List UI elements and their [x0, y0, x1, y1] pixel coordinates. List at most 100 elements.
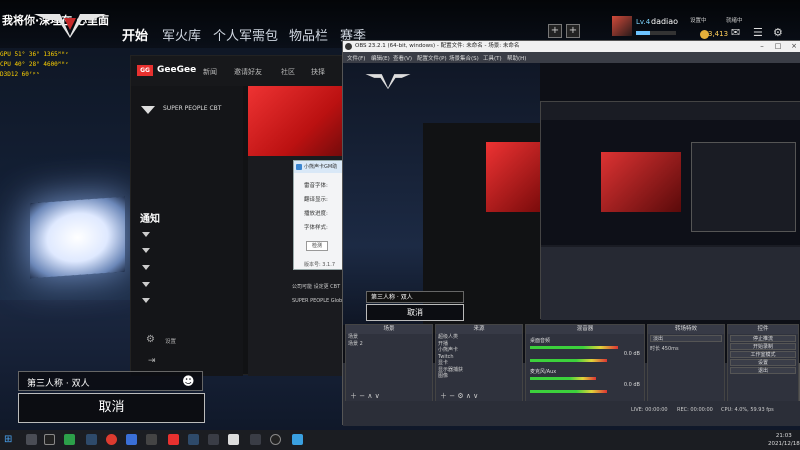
game-nav-start[interactable]: 开始 [122, 25, 148, 44]
duration-input[interactable]: 450ms [662, 346, 679, 352]
controls-dock: 控件 停止推流 开始录制 工作室模式 设置 退出 [727, 324, 799, 404]
close-icon[interactable]: × [787, 41, 800, 52]
tab-news[interactable]: 新闻 [203, 67, 217, 77]
app-icon[interactable] [292, 434, 303, 445]
scene-item[interactable]: 场景 2 [346, 341, 432, 348]
gear-icon[interactable]: ⚙ [773, 26, 783, 39]
app-icon[interactable] [44, 434, 55, 445]
preview-cancel-button: 取消 [366, 304, 464, 321]
settings-button[interactable]: 设置 [730, 359, 796, 366]
taskbar-clock: 21:03 2021/12/18 [768, 432, 800, 448]
notice-icon [142, 298, 150, 303]
player-level: Lv.4 [636, 18, 651, 26]
add-icon[interactable]: ＋ − ⚙ ∧ ∨ [440, 391, 478, 401]
app-icon[interactable] [208, 434, 219, 445]
detect-button[interactable]: 检测 [306, 241, 328, 251]
minimize-icon[interactable]: – [755, 41, 769, 52]
perf-d3d: D3D12 60ᶠᵖˢ [0, 71, 40, 78]
nested-obs-preview [540, 101, 800, 320]
game-nav-arsenal[interactable]: 军火库 [162, 25, 201, 44]
nested-banner [601, 152, 681, 212]
game-mode-selector[interactable]: 第三人称 · 双人 ☻ [18, 371, 203, 391]
app-icon[interactable] [146, 434, 157, 445]
windows-start-icon[interactable]: ⊞ [4, 434, 12, 445]
start-recording-button[interactable]: 开始录制 [730, 343, 796, 350]
sidebar-item-super-people[interactable]: SUPER PEOPLE CBT [163, 105, 221, 112]
rec-time: REC: 00:00:00 [677, 407, 713, 413]
chrome-icon[interactable] [106, 434, 117, 445]
add-friend-button[interactable]: + [548, 24, 562, 38]
duration-label: 时长 [650, 346, 661, 352]
exit-icon[interactable]: ⇥ [148, 356, 156, 366]
stop-streaming-button[interactable]: 停止推流 [730, 335, 796, 342]
notice-icon [142, 265, 150, 270]
game-nav-supply-pack[interactable]: 个人军需包 [213, 25, 278, 44]
perf-gpu: GPU 51° 36° 1365ᴹᴴᶻ [0, 51, 69, 58]
menu-icon[interactable]: ☰ [753, 26, 763, 39]
game-icon[interactable] [228, 434, 239, 445]
transition-select[interactable]: 淡出 [650, 335, 722, 342]
notice-item[interactable]: SUPER PEOPLE Glob [292, 298, 342, 304]
mixer-channel-name: 麦克风/Aux [530, 369, 557, 375]
mixer-db: 0.0 dB [623, 382, 640, 388]
maximize-icon[interactable]: □ [771, 41, 785, 52]
perf-cpu: CPU 40° 28° 4600ᴹᴴᶻ [0, 61, 69, 68]
tab-choice[interactable]: 抉择 [311, 67, 325, 77]
menu-profile[interactable]: 配置文件(P) [417, 54, 447, 62]
clock-date: 2021/12/18 [768, 441, 800, 447]
menu-help[interactable]: 帮助(H) [507, 54, 526, 62]
tab-community[interactable]: 社区 [281, 67, 295, 77]
dialog-label: 雷音字体: [304, 183, 328, 189]
menu-view[interactable]: 查看(V) [393, 54, 412, 62]
obs-icon[interactable] [270, 434, 281, 445]
desktop-screen: 我将你·深埋在 心里面 开始 军火库 个人军需包 物品栏 赛季 GPU 51° … [0, 0, 800, 450]
game-mode-label: 第三人称 · 双人 [27, 379, 90, 389]
party-icon: ☻ [182, 374, 195, 388]
studio-mode-button[interactable]: 工作室模式 [730, 351, 796, 358]
app-icon[interactable] [250, 434, 261, 445]
tab-invite-friends[interactable]: 邀请好友 [234, 67, 262, 77]
cpu-fps: CPU: 4.0%, 59.93 fps [721, 407, 774, 413]
sources-title: 来源 [436, 325, 522, 334]
wechat-icon[interactable] [64, 434, 75, 445]
exit-button[interactable]: 退出 [730, 367, 796, 374]
volume-slider[interactable] [530, 390, 607, 393]
geegee-icon[interactable] [168, 434, 179, 445]
notice-item[interactable]: 公司可能 设定更 CBT [292, 283, 340, 290]
gear-icon[interactable]: ⚙ [146, 334, 155, 345]
steam-icon[interactable] [188, 434, 199, 445]
mail-icon[interactable]: ✉ [731, 26, 740, 39]
search-icon[interactable] [26, 434, 37, 445]
menu-file[interactable]: 文件(F) [347, 54, 365, 62]
player-name: dadiao [651, 17, 679, 26]
geegee-logo-icon: GG [137, 65, 153, 76]
steam-icon[interactable] [86, 434, 97, 445]
add-icon[interactable]: ＋ − ∧ ∨ [350, 391, 380, 401]
ready-status: 就绪中 [726, 18, 743, 24]
xp-progress-bar [636, 31, 676, 35]
avatar[interactable] [612, 16, 632, 36]
mixer-channel-name: 桌面音频 [530, 338, 551, 344]
game-nav-inventory[interactable]: 物品栏 [289, 25, 328, 44]
menu-edit[interactable]: 编辑(E) [371, 54, 390, 62]
geegee-sidebar [131, 86, 243, 376]
source-item[interactable]: 图像 [436, 373, 522, 380]
geegee-banner [248, 86, 351, 156]
obs-logo-icon [345, 43, 352, 50]
performance-overlay: GPU 51° 36° 1365ᴹᴴᶻ CPU 40° 28° 4600ᴹᴴᶻ … [0, 50, 69, 80]
scenes-title: 场景 [346, 325, 432, 334]
transitions-dock: 转场特效 淡出 时长 450ms [647, 324, 725, 404]
app-icon[interactable] [126, 434, 137, 445]
setting-status: 设置中 [690, 18, 707, 24]
cancel-matchmaking-button[interactable]: 取消 [18, 393, 205, 423]
dialog-label: 翻译显示: [304, 197, 328, 203]
game-scene-window-light [30, 196, 125, 279]
volume-slider[interactable] [530, 359, 607, 362]
audio-meter [530, 346, 618, 349]
add-party-button[interactable]: + [566, 24, 580, 38]
menu-scene-collection[interactable]: 场景集合(S) [449, 54, 479, 62]
obs-preview[interactable]: 第三人称 · 双人 取消 [343, 63, 800, 363]
settings-label[interactable]: 设置 [165, 337, 176, 345]
menu-tools[interactable]: 工具(T) [483, 54, 502, 62]
game-logo [34, 14, 106, 38]
